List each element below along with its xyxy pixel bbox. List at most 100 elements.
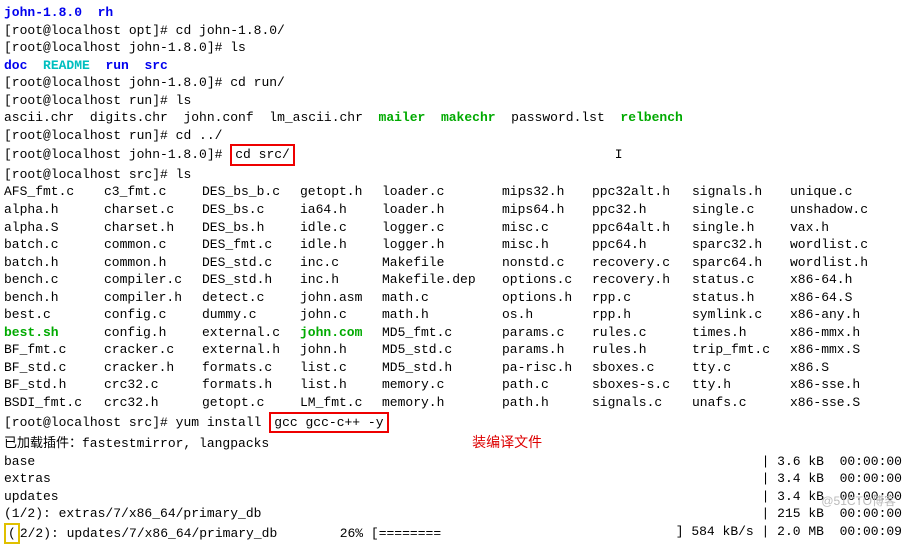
prompt-line: [root@localhost opt]# cd john-1.8.0/ <box>4 22 902 40</box>
file-item: external.c <box>202 324 300 342</box>
file-item: john.c <box>300 306 382 324</box>
yum-repo-line: updates| 3.4 kB 00:00:00 <box>4 488 902 506</box>
file-item: loader.c <box>382 183 502 201</box>
file-item: x86-mmx.h <box>790 324 860 342</box>
list-row: BF_fmt.ccracker.cexternal.hjohn.hMD5_std… <box>4 341 902 359</box>
progress-indicator: ( <box>4 523 20 545</box>
file-item: bench.c <box>4 271 104 289</box>
file-item: john.com <box>300 324 382 342</box>
file-item: john.h <box>300 341 382 359</box>
file-item: formats.h <box>202 376 300 394</box>
list-row: best.cconfig.cdummy.cjohn.cmath.hos.hrpp… <box>4 306 902 324</box>
file-item: getopt.h <box>300 183 382 201</box>
file-item: alpha.S <box>4 219 104 237</box>
file-item: single.c <box>692 201 790 219</box>
file-item: x86-mmx.S <box>790 341 860 359</box>
file-item: BSDI_fmt.c <box>4 394 104 412</box>
file-item: memory.c <box>382 376 502 394</box>
file-item: signals.c <box>592 394 692 412</box>
file-item: x86-64.h <box>790 271 852 289</box>
file-item: misc.h <box>502 236 592 254</box>
file-item: cracker.c <box>104 341 202 359</box>
text-cursor-icon: I <box>615 147 623 162</box>
file-item: ia64.h <box>300 201 382 219</box>
file-item: unafs.c <box>692 394 790 412</box>
file-item: wordlist.c <box>790 236 868 254</box>
file-item: logger.h <box>382 236 502 254</box>
file-item: recovery.c <box>592 254 692 272</box>
file-item: getopt.c <box>202 394 300 412</box>
file-item: unshadow.c <box>790 201 868 219</box>
file-item: rules.c <box>592 324 692 342</box>
file-item: DES_bs_b.c <box>202 183 300 201</box>
list-row: alpha.Scharset.hDES_bs.hidle.clogger.cmi… <box>4 219 902 237</box>
file-item: times.h <box>692 324 790 342</box>
dir-listing-john: doc README run src <box>4 57 902 75</box>
file-item: batch.c <box>4 236 104 254</box>
file-item: batch.h <box>4 254 104 272</box>
file-item: x86.S <box>790 359 829 377</box>
file-item: sboxes-s.c <box>592 376 692 394</box>
file-item: memory.h <box>382 394 502 412</box>
file-item: charset.c <box>104 201 202 219</box>
file-item: nonstd.c <box>502 254 592 272</box>
file-item: john.asm <box>300 289 382 307</box>
file-item: ppc32alt.h <box>592 183 692 201</box>
file-item: ppc64.h <box>592 236 692 254</box>
list-row: best.shconfig.hexternal.cjohn.comMD5_fmt… <box>4 324 902 342</box>
file-item: DES_bs.c <box>202 201 300 219</box>
yum-repo-line: extras| 3.4 kB 00:00:00 <box>4 470 902 488</box>
file-item: rpp.h <box>592 306 692 324</box>
file-item: ppc64alt.h <box>592 219 692 237</box>
file-item: BF_std.c <box>4 359 104 377</box>
dir-listing-src: AFS_fmt.cc3_fmt.cDES_bs_b.cgetopt.hloade… <box>4 183 902 411</box>
prompt-line: [root@localhost run]# cd ../ <box>4 127 902 145</box>
file-item: x86-sse.h <box>790 376 860 394</box>
file-item: compiler.c <box>104 271 202 289</box>
list-row: alpha.hcharset.cDES_bs.cia64.hloader.hmi… <box>4 201 902 219</box>
file-item: status.c <box>692 271 790 289</box>
yum-download-1: (1/2): extras/7/x86_64/primary_db | 215 … <box>4 505 902 523</box>
file-item: inc.h <box>300 271 382 289</box>
highlighted-command-yum-args: gcc gcc-c++ -y <box>269 412 388 434</box>
highlighted-command-cd-src: cd src/ <box>230 144 295 166</box>
file-item: params.h <box>502 341 592 359</box>
file-item: formats.c <box>202 359 300 377</box>
file-item: alpha.h <box>4 201 104 219</box>
file-item: config.h <box>104 324 202 342</box>
file-item: DES_fmt.c <box>202 236 300 254</box>
file-item: math.c <box>382 289 502 307</box>
file-item: os.h <box>502 306 592 324</box>
file-item: mips32.h <box>502 183 592 201</box>
file-item: options.h <box>502 289 592 307</box>
dir-listing-run: ascii.chr digits.chr john.conf lm_ascii.… <box>4 109 902 127</box>
file-item: mips64.h <box>502 201 592 219</box>
file-item: Makefile.dep <box>382 271 502 289</box>
file-item: ppc32.h <box>592 201 692 219</box>
file-item: misc.c <box>502 219 592 237</box>
file-item: c3_fmt.c <box>104 183 202 201</box>
file-item: idle.c <box>300 219 382 237</box>
file-item: best.c <box>4 306 104 324</box>
file-item: pa-risc.h <box>502 359 592 377</box>
dir-listing-opt: john-1.8.0 rh <box>4 4 902 22</box>
file-item: vax.h <box>790 219 829 237</box>
list-row: BSDI_fmt.ccrc32.hgetopt.cLM_fmt.cmemory.… <box>4 394 902 412</box>
list-row: bench.hcompiler.hdetect.cjohn.asmmath.co… <box>4 289 902 307</box>
file-item: DES_std.h <box>202 271 300 289</box>
file-item: path.h <box>502 394 592 412</box>
file-item: idle.h <box>300 236 382 254</box>
terminal-output[interactable]: john-1.8.0 rh [root@localhost opt]# cd j… <box>4 4 902 544</box>
file-item: external.h <box>202 341 300 359</box>
file-item: recovery.h <box>592 271 692 289</box>
file-item: sboxes.c <box>592 359 692 377</box>
file-item: MD5_std.h <box>382 359 502 377</box>
file-item: tty.c <box>692 359 790 377</box>
file-item: path.c <box>502 376 592 394</box>
file-item: crc32.h <box>104 394 202 412</box>
file-item: single.h <box>692 219 790 237</box>
file-item: x86-any.h <box>790 306 860 324</box>
file-item: list.h <box>300 376 382 394</box>
file-item: sparc64.h <box>692 254 790 272</box>
file-item: trip_fmt.c <box>692 341 790 359</box>
